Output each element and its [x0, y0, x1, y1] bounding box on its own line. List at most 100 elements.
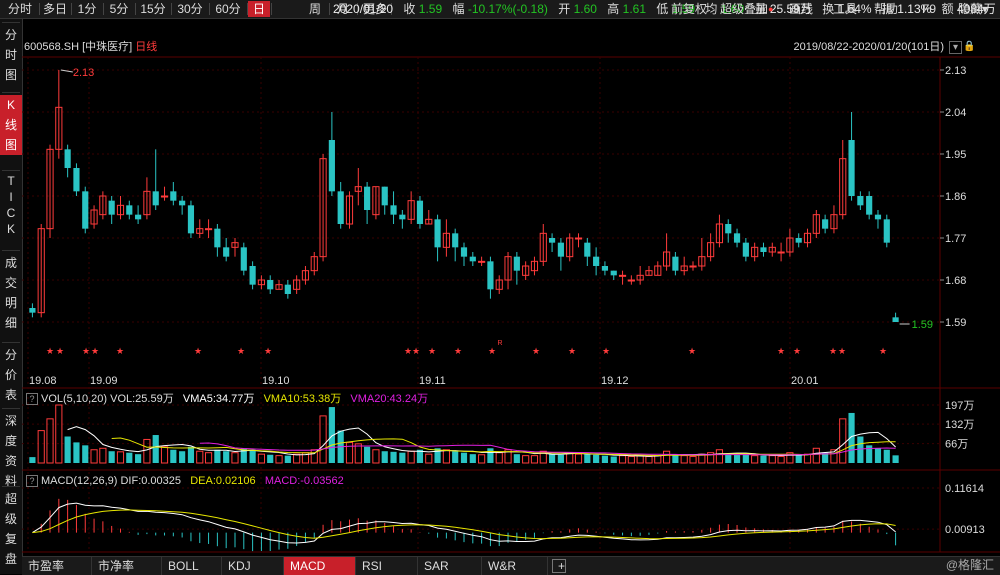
indicator-tab-7[interactable]: W&R	[482, 557, 548, 575]
candle-body	[478, 260, 486, 263]
volume-bar	[73, 442, 80, 463]
volume-bar	[372, 449, 380, 464]
volume-bar	[364, 446, 371, 463]
date-tick-label: 19.08	[29, 375, 57, 387]
indicator-tab-1[interactable]: 市净率	[92, 557, 162, 575]
volume-bar	[636, 455, 644, 464]
volume-bar	[267, 454, 274, 463]
indicator-tab-5[interactable]: RSI	[356, 557, 418, 575]
volume-bar	[425, 453, 433, 464]
candle-body	[152, 191, 159, 206]
candle-body	[214, 228, 221, 248]
dea-value: DEA:0.02106	[190, 475, 256, 487]
candle-body	[135, 214, 142, 220]
candle-body	[160, 195, 169, 198]
candle-body	[179, 200, 186, 206]
candle-body	[760, 247, 767, 252]
candle-body	[223, 247, 230, 257]
candle-body	[187, 205, 195, 234]
volume-bar	[795, 454, 802, 463]
volume-bar	[55, 404, 63, 464]
volume-bar	[284, 455, 291, 463]
volume-bar	[654, 455, 662, 464]
candle-body	[487, 261, 494, 290]
indicator-tab-2[interactable]: BOLL	[162, 557, 222, 575]
candle-body	[399, 214, 406, 220]
candle-body	[364, 186, 371, 210]
volume-bar	[46, 418, 54, 464]
indicator-tabs: 市盈率 市净率 BOLL KDJ MACD RSI SAR W&R +	[22, 556, 1000, 575]
vol-title: VOL(5,10,20)	[41, 393, 108, 405]
indicator-tab-0[interactable]: 市盈率	[22, 557, 92, 575]
event-star-icon: ★	[793, 346, 801, 356]
volume-bar	[390, 451, 397, 463]
volume-bar	[29, 457, 36, 463]
volume-tick-label: 132万	[945, 419, 974, 431]
volume-bar	[610, 456, 617, 463]
volume-bar	[777, 456, 785, 464]
volume-tick-label: 197万	[945, 400, 974, 412]
volume-bar	[584, 454, 591, 463]
price-tick-label: 1.95	[945, 149, 966, 161]
price-tick-label: 2.13	[945, 65, 966, 77]
volume-tick-label: 66万	[945, 439, 968, 451]
candle-body	[795, 238, 802, 243]
candle-body	[883, 219, 890, 243]
candle-body	[390, 205, 397, 215]
vma20-value: VMA20:43.24万	[350, 393, 429, 405]
macd-value: MACD:-0.03562	[264, 475, 344, 487]
volume-bar	[204, 452, 213, 464]
help-icon[interactable]: ?	[26, 393, 38, 405]
volume-bar	[557, 454, 564, 463]
price-tick-label: 1.86	[945, 191, 966, 203]
event-star-icon: ★	[404, 346, 412, 356]
candle-body	[848, 140, 855, 196]
candle-body	[381, 186, 388, 206]
indicator-tab-8[interactable]: +	[552, 559, 566, 573]
candle-body	[584, 242, 591, 257]
volume-legend: ? VOL(5,10,20) VOL:25.59万 VMA5:34.77万 VMA…	[26, 392, 428, 406]
volume-bar	[839, 418, 847, 464]
candle-body	[689, 265, 697, 268]
candle-body	[452, 233, 459, 248]
event-star-icon: ★	[568, 346, 576, 356]
volume-bar	[249, 449, 256, 463]
volume-bar	[64, 436, 71, 463]
indicator-tab-6[interactable]: SAR	[418, 557, 482, 575]
candle-body	[126, 205, 133, 215]
volume-bar	[452, 451, 459, 463]
volume-bar	[733, 454, 741, 463]
date-tick-label: 19.09	[90, 375, 118, 387]
event-star-icon: ★	[532, 346, 540, 356]
event-star-icon: ★	[46, 346, 54, 356]
volume-bar	[108, 451, 115, 463]
candle-body	[574, 237, 583, 240]
indicator-tab-4[interactable]: MACD	[284, 557, 356, 575]
volume-bar	[663, 450, 671, 464]
candle-body	[822, 219, 829, 229]
volume-bar	[223, 451, 230, 463]
volume-bar	[407, 450, 415, 464]
volume-bar	[751, 455, 759, 464]
volume-bar	[548, 454, 556, 463]
event-star-icon: ★	[688, 346, 696, 356]
candle-body	[892, 317, 899, 322]
volume-bar	[513, 454, 520, 463]
volume-bar	[593, 454, 600, 463]
indicator-tab-3[interactable]: KDJ	[222, 557, 284, 575]
candle-body	[469, 256, 476, 262]
event-star-icon: ★	[264, 346, 272, 356]
volume-bar	[345, 441, 354, 464]
macd-title: MACD(12,26,9)	[41, 475, 118, 487]
candle-body	[725, 224, 732, 234]
candle-body	[460, 247, 468, 257]
volume-bar	[574, 453, 583, 464]
volume-bar	[768, 455, 776, 464]
watermark: @格隆汇	[945, 558, 994, 572]
candle-body	[284, 284, 291, 294]
candle-body	[82, 191, 89, 229]
volume-bar	[460, 452, 468, 463]
volume-bar	[680, 455, 688, 464]
help-icon[interactable]: ?	[26, 475, 38, 487]
candle-body	[593, 256, 600, 266]
